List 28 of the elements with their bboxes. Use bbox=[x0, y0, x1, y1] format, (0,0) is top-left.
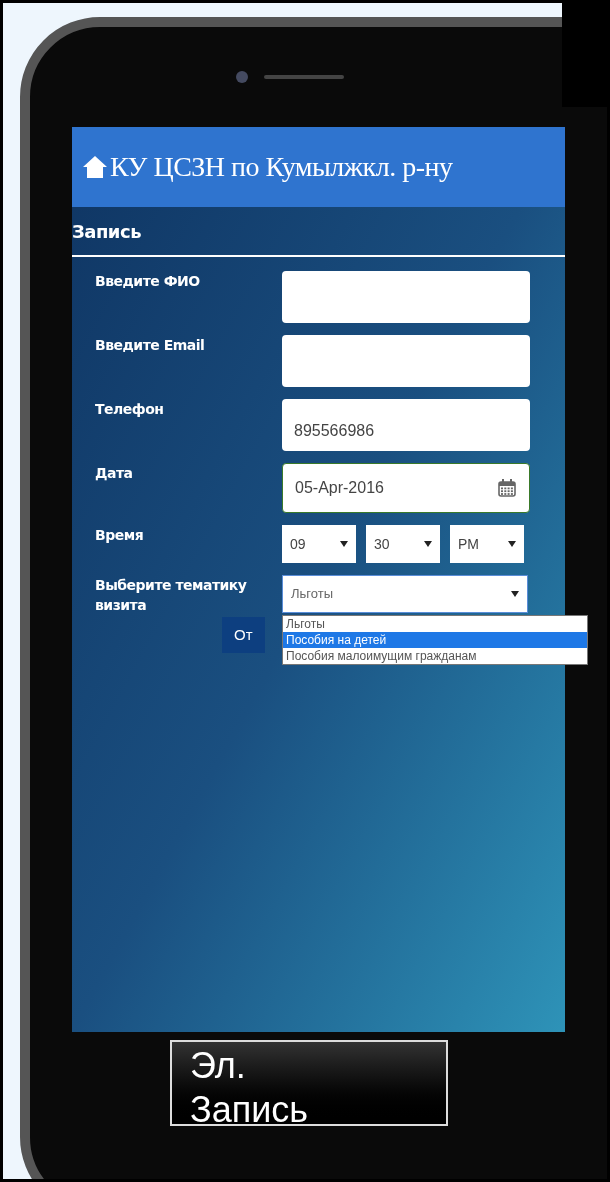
home-icon bbox=[82, 154, 108, 180]
input-field[interactable]: 895566986 bbox=[282, 399, 530, 451]
date-value: 05-Apr-2016 bbox=[295, 478, 384, 498]
caption-text: Эл. Запись bbox=[190, 1044, 310, 1132]
field-label: Введите ФИО bbox=[94, 272, 201, 291]
field-label: Дата bbox=[94, 464, 134, 483]
field-label: Время bbox=[94, 526, 145, 545]
field-label: Выберите тематику визита bbox=[94, 576, 248, 615]
field-label: Телефон bbox=[94, 400, 165, 419]
dropdown-option[interactable]: Пособия на детей bbox=[283, 632, 587, 648]
time-select[interactable]: 09 bbox=[282, 525, 356, 563]
time-select[interactable]: PM bbox=[450, 525, 524, 563]
caret-icon bbox=[424, 541, 432, 547]
input-field[interactable] bbox=[282, 271, 530, 323]
speaker-icon bbox=[264, 75, 344, 79]
caret-icon bbox=[340, 541, 348, 547]
caret-icon bbox=[511, 591, 519, 597]
calendar-icon bbox=[497, 478, 517, 498]
caret-icon bbox=[508, 541, 516, 547]
field-label: Введите Email bbox=[94, 336, 206, 355]
app-title: КУ ЦСЗН по Кумылжкл. р-ну bbox=[110, 150, 453, 184]
section-title: Запись bbox=[72, 219, 142, 244]
topic-select[interactable]: Льготы bbox=[282, 575, 528, 613]
submit-button[interactable]: От bbox=[222, 617, 265, 653]
camera-icon bbox=[236, 71, 248, 83]
input-field[interactable] bbox=[282, 335, 530, 387]
date-field[interactable]: 05-Apr-2016 bbox=[282, 463, 530, 513]
time-select[interactable]: 30 bbox=[366, 525, 440, 563]
